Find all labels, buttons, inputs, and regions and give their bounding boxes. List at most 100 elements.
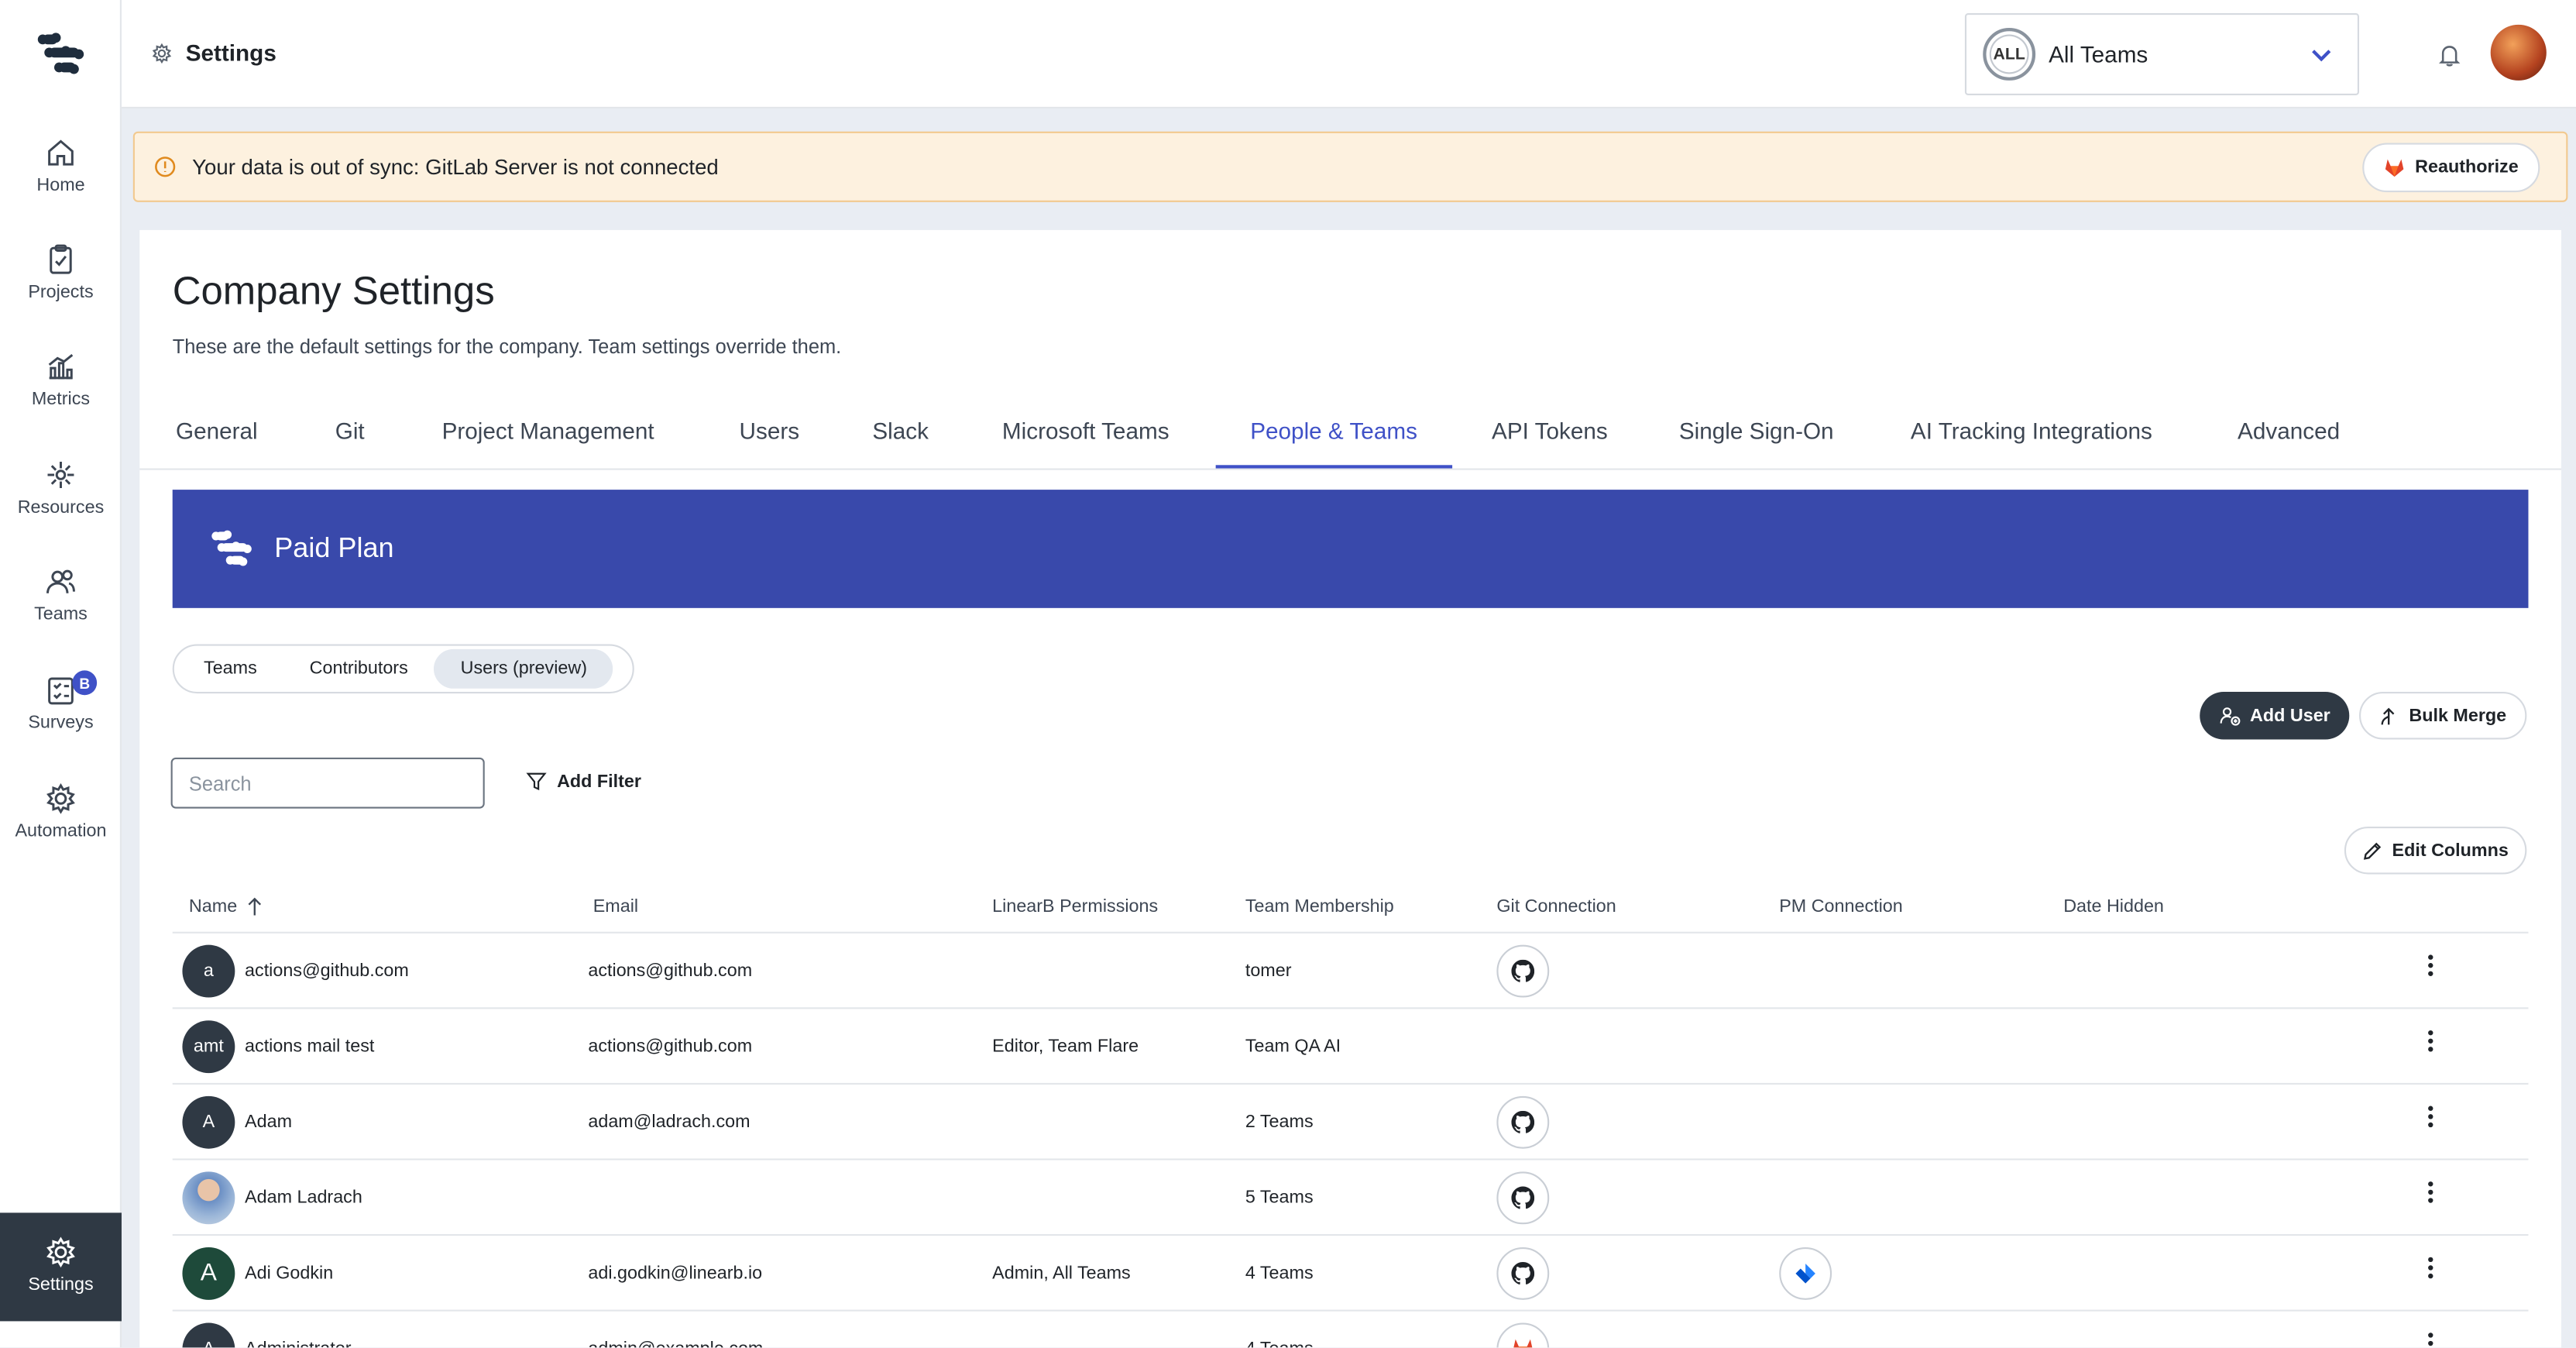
chart-icon	[48, 354, 74, 380]
jira-icon	[1779, 1246, 1832, 1299]
column-header-permissions[interactable]: LinearB Permissions	[992, 897, 1158, 916]
user-name: actions mail test	[245, 1036, 375, 1056]
table-row[interactable]: A Adi Godkin adi.godkin@linearb.io Admin…	[172, 1236, 2529, 1312]
nav-metrics-label: Metrics	[31, 389, 91, 410]
nav-projects[interactable]: Projects	[0, 243, 122, 339]
user-name: Administrator	[245, 1339, 351, 1348]
reauthorize-button[interactable]: Reauthorize	[2362, 143, 2540, 193]
nav-teams[interactable]: Teams	[0, 566, 122, 661]
name-cell: Adam Ladrach	[182, 1161, 362, 1234]
tab-ai-tracking-integrations[interactable]: AI Tracking Integrations	[1911, 418, 2152, 444]
linearb-logo[interactable]	[33, 29, 88, 79]
tab-advanced[interactable]: Advanced	[2238, 418, 2340, 444]
pm-cell	[1779, 1236, 1832, 1309]
nav-resources[interactable]: Resources	[0, 459, 122, 554]
tab-api-tokens[interactable]: API Tokens	[1492, 418, 1608, 444]
nav-home[interactable]: Home	[0, 136, 122, 232]
sort-ascending-icon	[249, 897, 262, 916]
team-selector-value: All Teams	[2049, 41, 2148, 67]
column-header-team-membership[interactable]: Team Membership	[1245, 897, 1394, 916]
team-cell[interactable]: tomer	[1245, 934, 1292, 1007]
team-cell[interactable]: 4 Teams	[1245, 1236, 1314, 1309]
table-row[interactable]: A Adam adam@ladrach.com 2 Teams	[172, 1085, 2529, 1161]
sync-alert: Your data is out of sync: GitLab Server …	[132, 131, 2568, 202]
nav-settings[interactable]: Settings	[0, 1212, 122, 1322]
nav-settings-label: Settings	[28, 1275, 94, 1295]
column-header-email[interactable]: Email	[593, 897, 638, 916]
user-name: Adam	[245, 1111, 293, 1132]
nav-projects-label: Projects	[28, 282, 94, 303]
name-cell: amt actions mail test	[182, 1009, 374, 1082]
resources-icon	[47, 462, 74, 488]
add-user-label: Add User	[2250, 706, 2330, 726]
row-menu-button[interactable]	[2428, 1333, 2433, 1347]
reauthorize-label: Reauthorize	[2415, 157, 2519, 178]
tab-project-management[interactable]: Project Management	[442, 418, 654, 444]
company-settings-panel: Company Settings These are the default s…	[139, 229, 2561, 1348]
nav-automation[interactable]: Automation	[0, 782, 122, 878]
nav-home-label: Home	[36, 175, 85, 196]
team-cell[interactable]: 5 Teams	[1245, 1161, 1314, 1234]
team-cell[interactable]: 2 Teams	[1245, 1085, 1314, 1158]
table-row[interactable]: a actions@github.com actions@github.com …	[172, 934, 2529, 1009]
nav-metrics[interactable]: Metrics	[0, 350, 122, 445]
git-cell	[1496, 934, 1550, 1007]
table-row[interactable]: A Administrator admin@example.com 4 Team…	[173, 1312, 2529, 1348]
github-icon	[1496, 1171, 1550, 1224]
add-filter-label: Add Filter	[557, 771, 641, 792]
edit-columns-button[interactable]: Edit Columns	[2344, 826, 2527, 875]
page-title: Company Settings	[172, 269, 495, 315]
row-menu-button[interactable]	[2428, 954, 2433, 976]
add-user-button[interactable]: Add User	[2200, 692, 2350, 740]
tab-people-and-teams[interactable]: People & Teams	[1250, 418, 1417, 444]
bell-icon[interactable]	[2438, 43, 2461, 67]
table-row[interactable]: Adam Ladrach 5 Teams	[172, 1161, 2529, 1236]
team-selector[interactable]: ALL All Teams	[1964, 12, 2360, 96]
edit-columns-label: Edit Columns	[2392, 840, 2509, 861]
team-cell[interactable]: Team QA AI	[1245, 1009, 1341, 1082]
sidebar: Home Projects Metrics Resources Teams B …	[0, 0, 122, 1348]
tab-single-sign-on[interactable]: Single Sign-On	[1679, 418, 1834, 444]
gear-icon	[46, 1236, 75, 1268]
row-menu-button[interactable]	[2428, 1257, 2433, 1279]
row-menu-button[interactable]	[2428, 1106, 2433, 1128]
user-avatar[interactable]	[2490, 24, 2547, 81]
tab-git[interactable]: Git	[335, 418, 365, 444]
nav-surveys-label: Surveys	[28, 713, 94, 734]
people-view-toggle: Teams Contributors Users (preview)	[172, 644, 634, 694]
segment-contributors[interactable]: Contributors	[283, 649, 434, 689]
tab-general[interactable]: General	[176, 418, 258, 444]
team-cell[interactable]: 4 Teams	[1245, 1312, 1314, 1348]
column-header-git-connection[interactable]: Git Connection	[1496, 897, 1616, 916]
tab-slack[interactable]: Slack	[872, 418, 929, 444]
search-input[interactable]	[170, 757, 485, 809]
nav-automation-label: Automation	[15, 821, 107, 842]
add-filter-button[interactable]: Add Filter	[526, 771, 641, 793]
github-icon	[1496, 1246, 1550, 1299]
table-row[interactable]: amt actions mail test actions@github.com…	[172, 1009, 2529, 1085]
home-icon	[48, 139, 74, 166]
nav-surveys[interactable]: B Surveys	[0, 670, 122, 769]
user-name: Adam Ladrach	[245, 1187, 362, 1207]
user-name: actions@github.com	[245, 960, 409, 981]
column-header-name[interactable]: Name	[189, 897, 263, 917]
email-cell: adam@ladrach.com	[588, 1111, 750, 1132]
segment-users-preview[interactable]: Users (preview)	[434, 648, 613, 689]
email-cell: admin@example.com	[588, 1312, 763, 1348]
column-header-pm-connection[interactable]: PM Connection	[1779, 897, 1903, 916]
all-teams-badge: ALL	[1983, 28, 2036, 81]
column-header-date-hidden[interactable]: Date Hidden	[2063, 897, 2164, 916]
segment-teams[interactable]: Teams	[177, 649, 283, 689]
row-menu-button[interactable]	[2428, 1030, 2433, 1052]
nav-teams-label: Teams	[34, 604, 88, 625]
active-tab-underline	[1215, 465, 1453, 469]
github-icon	[1496, 944, 1550, 997]
bulk-merge-button[interactable]: Bulk Merge	[2359, 692, 2527, 740]
tab-users[interactable]: Users	[740, 418, 800, 444]
row-menu-button[interactable]	[2428, 1181, 2433, 1203]
name-cell: A Administrator	[182, 1312, 351, 1348]
avatar-photo	[182, 1171, 235, 1224]
clipboard-icon	[50, 244, 72, 274]
avatar: A	[182, 1095, 235, 1148]
tab-microsoft-teams[interactable]: Microsoft Teams	[1002, 418, 1170, 444]
